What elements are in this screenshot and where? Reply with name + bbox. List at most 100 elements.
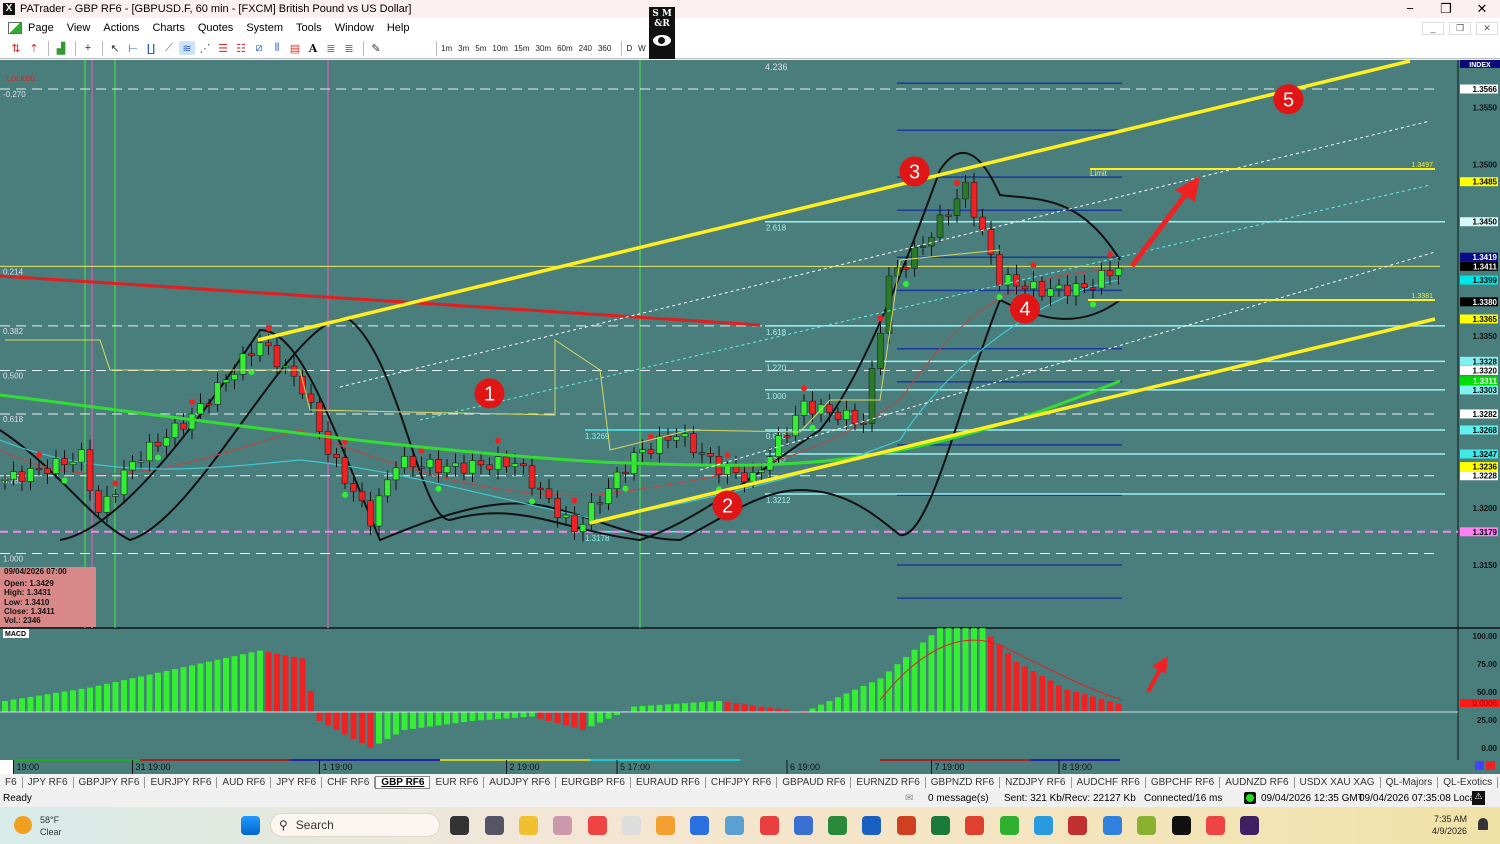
order-icon[interactable]: ⇡ <box>26 41 42 55</box>
symbol-tab[interactable]: USDX XAU XAG <box>1295 776 1381 788</box>
channel-icon[interactable]: ≋ <box>179 41 195 55</box>
tf-5m[interactable]: 5m <box>475 44 486 53</box>
chrome-icon[interactable] <box>588 816 607 835</box>
symbol-tab[interactable]: GBPNZD RF6 <box>926 776 1001 788</box>
tf-1m[interactable]: 1m <box>441 44 452 53</box>
app-icon[interactable] <box>553 816 572 835</box>
maximize-button[interactable]: ❐ <box>1428 0 1464 18</box>
menu-page[interactable]: Page <box>28 22 54 34</box>
app-green-c-icon[interactable] <box>1000 816 1019 835</box>
symbol-tab[interactable]: QL-Majors <box>1381 776 1439 788</box>
symbol-tab[interactable]: JPY RF6 <box>23 776 74 788</box>
mail-icon[interactable]: ✉ <box>905 793 913 804</box>
outlook-icon[interactable] <box>862 816 881 835</box>
tf-15m[interactable]: 15m <box>514 44 530 53</box>
horizontal-line-icon[interactable]: ⊢ <box>125 41 141 55</box>
indicator-icon[interactable]: ▟ <box>53 41 69 55</box>
tf-10m[interactable]: 10m <box>492 44 508 53</box>
smr-app-icon[interactable] <box>1172 816 1191 835</box>
tf-30m[interactable]: 30m <box>536 44 552 53</box>
smr-logo[interactable]: S M &R <box>649 7 675 59</box>
zoom-out-button[interactable] <box>1486 761 1495 770</box>
app-printer-icon[interactable] <box>1068 816 1087 835</box>
symbol-tab[interactable]: GBPCHF RF6 <box>1146 776 1221 788</box>
taskbar-search[interactable]: ⚲ Search <box>270 813 440 837</box>
weather-widget[interactable]: 58°F Clear <box>40 814 62 838</box>
child-minimize-button[interactable]: _ <box>1422 22 1444 35</box>
app-red-s-icon[interactable] <box>760 816 779 835</box>
symbol-tab[interactable]: GBPJPY RF6 <box>74 776 146 788</box>
app-orange-icon[interactable] <box>656 816 675 835</box>
menu-charts[interactable]: Charts <box>152 22 184 34</box>
fib-extension-icon[interactable]: ☷ <box>233 41 249 55</box>
chrome-2-icon[interactable] <box>1206 816 1225 835</box>
photos-icon[interactable] <box>725 816 744 835</box>
app-w-icon[interactable] <box>1137 816 1156 835</box>
tf-360[interactable]: 360 <box>598 44 611 53</box>
symbol-tab[interactable]: JPY RF6 <box>271 776 323 788</box>
symbol-tab[interactable]: EURNZD RF6 <box>851 776 926 788</box>
menu-window[interactable]: Window <box>335 22 374 34</box>
notification-bell-icon[interactable] <box>1478 818 1488 830</box>
levels-2-icon[interactable]: ≣ <box>341 41 357 55</box>
menu-tools[interactable]: Tools <box>296 22 322 34</box>
text-tool-icon[interactable]: A <box>305 41 321 55</box>
symbol-tab[interactable]: EURGBP RF6 <box>556 776 631 788</box>
calendar-icon[interactable] <box>1103 816 1122 835</box>
warning-icon[interactable]: ⚠ <box>1472 791 1485 805</box>
rectangle-icon[interactable]: ▤ <box>287 41 303 55</box>
symbol-tab[interactable]: GBPAUD RF6 <box>777 776 852 788</box>
symbol-tab[interactable]: QL-Exotics <box>1438 776 1499 788</box>
file-explorer-icon[interactable] <box>519 816 538 835</box>
gann-icon[interactable]: ⧄ <box>251 41 267 55</box>
child-restore-button[interactable]: ❐ <box>1449 22 1471 35</box>
symbol-tab[interactable]: EURAUD RF6 <box>631 776 706 788</box>
patrader-icon[interactable] <box>622 816 641 835</box>
menu-help[interactable]: Help <box>387 22 410 34</box>
symbol-tab[interactable]: AUDCHF RF6 <box>1072 776 1146 788</box>
symbol-tab[interactable]: GBP RF6 <box>375 775 431 789</box>
cycle-lines-icon[interactable]: ⦀ <box>269 41 285 55</box>
media-player-icon[interactable] <box>1240 816 1259 835</box>
brush-icon[interactable]: ✎ <box>368 41 384 55</box>
telegram-icon[interactable] <box>1034 816 1053 835</box>
symbol-tab[interactable]: F6 <box>0 776 23 788</box>
tf-d[interactable]: D <box>626 44 632 53</box>
page-chart-icon[interactable] <box>8 22 22 34</box>
symbol-tab[interactable]: EUR RF6 <box>430 776 485 788</box>
crosshair-icon[interactable]: + <box>80 41 96 55</box>
menu-quotes[interactable]: Quotes <box>198 22 233 34</box>
app-red-c-icon[interactable] <box>965 816 984 835</box>
symbol-tab[interactable]: CHFJPY RF6 <box>706 776 778 788</box>
system-clock[interactable]: 7:35 AM 4/9/2026 <box>1425 813 1467 837</box>
symbol-tab[interactable]: NZDJPY RF6 <box>1000 776 1072 788</box>
menu-system[interactable]: System <box>246 22 283 34</box>
buy-sell-icon[interactable]: ⇅ <box>8 41 24 55</box>
tf-3m[interactable]: 3m <box>458 44 469 53</box>
symbol-tab[interactable]: AUD RF6 <box>217 776 272 788</box>
task-view-icon[interactable] <box>450 816 469 835</box>
trendline-icon[interactable]: ⟋ <box>161 41 177 55</box>
symbol-tab[interactable]: AUDNZD RF6 <box>1220 776 1295 788</box>
symbol-tab[interactable]: EURJPY RF6 <box>145 776 218 788</box>
calculator-icon[interactable] <box>485 816 504 835</box>
levels-icon[interactable]: ≣ <box>323 41 339 55</box>
notes-icon[interactable] <box>690 816 709 835</box>
symbol-tab[interactable]: AUDJPY RF6 <box>484 776 557 788</box>
menu-actions[interactable]: Actions <box>103 22 139 34</box>
pointer-icon[interactable]: ↖ <box>107 41 123 55</box>
fib-retracement-icon[interactable]: ☰ <box>215 41 231 55</box>
app-blue-s-icon[interactable] <box>794 816 813 835</box>
chart-app-icon[interactable] <box>828 816 847 835</box>
vertical-line-icon[interactable]: ∐ <box>143 41 159 55</box>
price-chart[interactable]: INDEX Locked 4.236 -0.2700.2140.3820.500… <box>0 60 1500 774</box>
tf-240[interactable]: 240 <box>579 44 592 53</box>
minimize-button[interactable]: − <box>1392 0 1428 18</box>
tf-w[interactable]: W <box>638 44 646 53</box>
tf-60m[interactable]: 60m <box>557 44 573 53</box>
close-button[interactable]: ✕ <box>1464 0 1500 18</box>
start-icon[interactable] <box>241 816 260 835</box>
child-close-button[interactable]: ✕ <box>1476 22 1498 35</box>
fan-icon[interactable]: ⋰ <box>197 41 213 55</box>
excel-icon[interactable] <box>931 816 950 835</box>
